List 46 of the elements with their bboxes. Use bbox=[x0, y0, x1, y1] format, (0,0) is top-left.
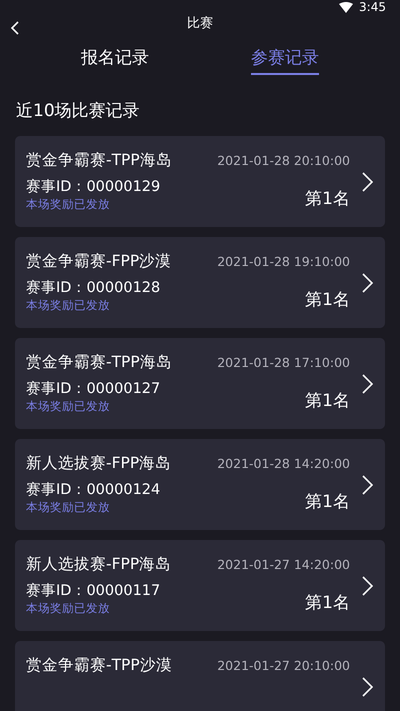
match-time: 2021-01-28 14:20:00 bbox=[217, 456, 350, 471]
match-id: 赛事ID：00000128 bbox=[26, 278, 160, 297]
rank: 第1名 bbox=[305, 592, 350, 614]
match-title: 新人选拔赛-FPP海岛 bbox=[26, 554, 172, 575]
page-title: 比赛 bbox=[187, 15, 213, 32]
match-time: 2021-01-28 19:10:00 bbox=[217, 254, 350, 269]
chevron-right-icon bbox=[362, 272, 373, 292]
match-title: 赏金争霸赛-TPP海岛 bbox=[26, 150, 172, 171]
status-time: 3:45 bbox=[359, 0, 386, 14]
reward-status: 本场奖励已发放 bbox=[26, 500, 111, 515]
record-card[interactable]: 赏金争霸赛-TPP沙漠 2021-01-27 20:10:00 bbox=[15, 641, 385, 711]
match-title: 新人选拔赛-FPP海岛 bbox=[26, 453, 172, 474]
record-card[interactable]: 赏金争霸赛-TPP海岛 2021-01-28 20:10:00 赛事ID：00000129 本场奖励已发放 第1名 bbox=[15, 136, 385, 227]
match-title: 赏金争霸赛-TPP沙漠 bbox=[26, 655, 172, 676]
record-card[interactable]: 新人选拔赛-FPP海岛 2021-01-27 14:20:00 赛事ID：00000117 本场奖励已发放 第1名 bbox=[15, 540, 385, 631]
rank: 第1名 bbox=[305, 188, 350, 210]
record-card[interactable]: 赏金争霸赛-FPP沙漠 2021-01-28 19:10:00 赛事ID：00000128 本场奖励已发放 第1名 bbox=[15, 237, 385, 328]
match-title: 赏金争霸赛-FPP沙漠 bbox=[26, 251, 172, 272]
tab[interactable]: 报名记录 bbox=[81, 40, 149, 75]
match-time: 2021-01-27 14:20:00 bbox=[217, 557, 350, 572]
rank: 第1名 bbox=[305, 491, 350, 513]
rank: 第1名 bbox=[305, 289, 350, 311]
reward-status: 本场奖励已发放 bbox=[26, 399, 111, 414]
tab[interactable]: 参赛记录 bbox=[251, 40, 319, 75]
chevron-right-icon bbox=[362, 172, 373, 192]
match-id: 赛事ID：00000117 bbox=[26, 582, 160, 600]
chevron-right-icon bbox=[362, 474, 373, 494]
match-time: 2021-01-27 20:10:00 bbox=[217, 658, 350, 673]
match-id: 赛事ID：00000127 bbox=[26, 380, 160, 398]
match-title: 赏金争霸赛-TPP海岛 bbox=[26, 352, 172, 373]
chevron-right-icon bbox=[362, 676, 373, 696]
match-id: 赛事ID：00000129 bbox=[26, 178, 160, 196]
record-card[interactable]: 赏金争霸赛-TPP海岛 2021-01-28 17:10:00 赛事ID：00000127 本场奖励已发放 第1名 bbox=[15, 338, 385, 429]
chevron-right-icon bbox=[362, 576, 373, 596]
match-time: 2021-01-28 20:10:00 bbox=[217, 153, 350, 168]
back-icon[interactable] bbox=[10, 21, 20, 35]
rank: 第1名 bbox=[305, 390, 350, 412]
chevron-right-icon bbox=[362, 374, 373, 394]
match-time: 2021-01-28 17:10:00 bbox=[217, 355, 350, 370]
record-card[interactable]: 新人选拔赛-FPP海岛 2021-01-28 14:20:00 赛事ID：00000124 本场奖励已发放 第1名 bbox=[15, 439, 385, 530]
reward-status: 本场奖励已发放 bbox=[26, 197, 111, 212]
reward-status: 本场奖励已发放 bbox=[26, 298, 111, 313]
match-id: 赛事ID：00000124 bbox=[26, 480, 160, 499]
section-title: 近10场比赛记录 bbox=[15, 100, 141, 123]
wifi-icon bbox=[339, 2, 354, 12]
reward-status: 本场奖励已发放 bbox=[26, 601, 111, 616]
